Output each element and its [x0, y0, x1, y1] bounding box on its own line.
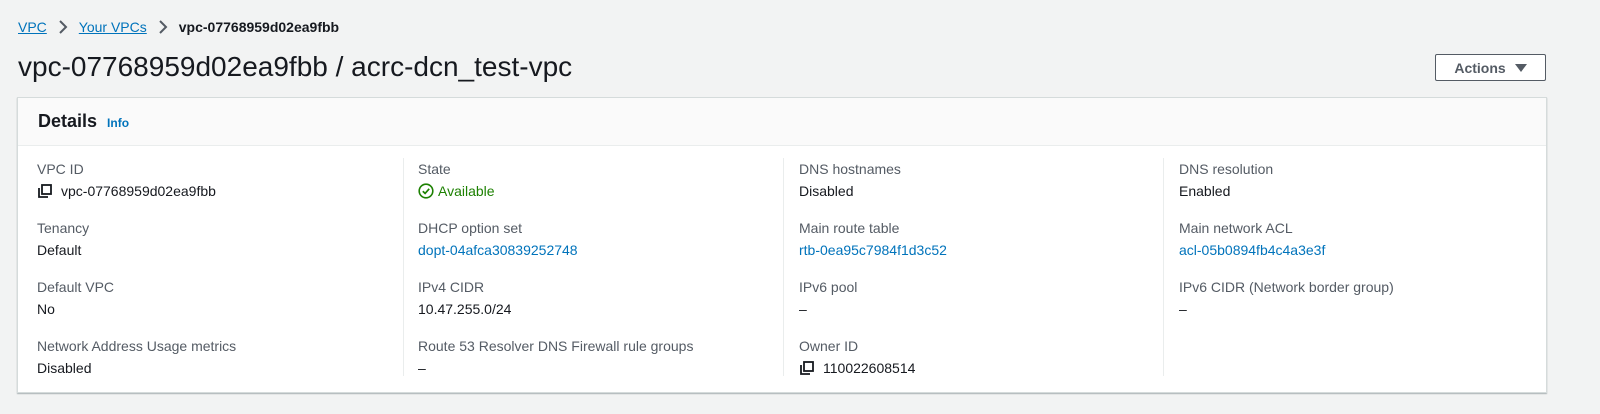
field-dns-resolution: DNS resolution Enabled: [1179, 160, 1273, 200]
field-label: Route 53 Resolver DNS Firewall rule grou…: [418, 338, 694, 354]
field-label: IPv6 pool: [799, 279, 858, 295]
field-label: DNS resolution: [1179, 161, 1274, 177]
field-default-vpc: Default VPC No: [37, 278, 114, 318]
field-label: VPC ID: [37, 161, 84, 177]
field-value[interactable]: rtb-0ea95c7984f1d3c52: [799, 241, 947, 259]
field-route-53-resolver-dns-firewall-rule-groups: Route 53 Resolver DNS Firewall rule grou…: [418, 337, 693, 377]
check-circle-icon: [418, 183, 434, 199]
field-ipv4-cidr: IPv4 CIDR 10.47.255.0/24: [418, 278, 511, 318]
field-label: Network Address Usage metrics: [37, 338, 237, 354]
field-value-link[interactable]: dopt-04afca30839252748: [418, 241, 578, 259]
copy-icon[interactable]: [799, 360, 815, 376]
field-value[interactable]: acl-05b0894fb4c4a3e3f: [1179, 241, 1325, 259]
field-label: Main network ACL: [1179, 220, 1293, 236]
field-value-text: 10.47.255.0/24: [418, 301, 512, 317]
field-value: Default: [37, 241, 89, 259]
field-label: DNS hostnames: [799, 161, 901, 177]
field-label: State: [418, 161, 451, 177]
field-value-text: Enabled: [1179, 183, 1231, 199]
field-value-text: Default: [37, 242, 82, 258]
field-state: State Available: [418, 160, 495, 200]
field-ipv6-cidr-network-border-group: IPv6 CIDR (Network border group) –: [1179, 278, 1394, 318]
field-network-address-usage-metrics: Network Address Usage metrics Disabled: [37, 337, 236, 377]
field-label: Owner ID: [799, 338, 859, 354]
field-label: IPv4 CIDR: [418, 279, 485, 295]
field-value-text: –: [418, 360, 426, 376]
column-divider: [783, 158, 784, 376]
field-value: –: [1179, 300, 1394, 318]
actions-button-label: Actions: [1454, 59, 1506, 76]
details-grid: VPC ID vpc-07768959d02ea9fbb Tenancy Defaul…: [18, 146, 1546, 393]
field-value-text: Available: [438, 183, 495, 199]
field-value: 110022608514: [799, 359, 915, 377]
field-label: DHCP option set: [418, 220, 523, 236]
column-divider: [403, 158, 404, 376]
details-panel: Details Info VPC ID vpc-07768959d02ea9fbb…: [17, 97, 1547, 393]
field-value: Available: [418, 182, 495, 200]
field-value: Disabled: [37, 359, 236, 377]
field-value-text: Disabled: [37, 360, 92, 376]
page-title: vpc-07768959d02ea9fbb / acrc-dcn_test-vp…: [18, 51, 573, 82]
copy-icon[interactable]: [37, 183, 53, 199]
field-value-text: –: [1179, 301, 1187, 317]
breadcrumb-current: vpc-07768959d02ea9fbb: [178, 19, 340, 35]
breadcrumb-link-your-vpcs[interactable]: Your VPCs: [79, 19, 147, 35]
field-owner-id: Owner ID 110022608514: [799, 337, 915, 377]
breadcrumb-link-vpc[interactable]: VPC: [18, 19, 47, 35]
field-label: IPv6 CIDR (Network border group): [1179, 279, 1394, 295]
field-label: Tenancy: [37, 220, 90, 236]
field-value-text: No: [37, 301, 55, 317]
field-value: 10.47.255.0/24: [418, 300, 511, 318]
chevron-right-icon: [47, 20, 79, 34]
caret-down-icon: [1514, 63, 1527, 72]
field-value-text: –: [799, 301, 807, 317]
details-panel-header: Details Info: [18, 98, 1546, 146]
field-main-network-acl: Main network ACL acl-05b0894fb4c4a3e3f: [1179, 219, 1325, 259]
field-label: Default VPC: [37, 279, 115, 295]
field-label: Main route table: [799, 220, 900, 236]
actions-button[interactable]: Actions: [1435, 54, 1546, 81]
field-value: vpc-07768959d02ea9fbb: [37, 182, 216, 200]
field-value: –: [418, 359, 693, 377]
field-value: Disabled: [799, 182, 901, 200]
field-value-text: vpc-07768959d02ea9fbb: [61, 183, 216, 199]
field-value[interactable]: dopt-04afca30839252748: [418, 241, 578, 259]
field-ipv6-pool: IPv6 pool –: [799, 278, 857, 318]
field-value-link[interactable]: rtb-0ea95c7984f1d3c52: [799, 241, 947, 259]
field-vpc-id: VPC ID vpc-07768959d02ea9fbb: [37, 160, 216, 200]
field-value: Enabled: [1179, 182, 1273, 200]
info-link[interactable]: Info: [107, 116, 129, 130]
chevron-right-icon: [147, 20, 179, 34]
field-value-text: 110022608514: [823, 360, 916, 376]
field-value-text: Disabled: [799, 183, 854, 199]
field-dns-hostnames: DNS hostnames Disabled: [799, 160, 901, 200]
details-title: Details: [38, 111, 98, 131]
field-value-link[interactable]: acl-05b0894fb4c4a3e3f: [1179, 241, 1325, 259]
breadcrumb: VPC Your VPCs vpc-07768959d02ea9fbb: [18, 16, 339, 38]
field-value: No: [37, 300, 114, 318]
field-tenancy: Tenancy Default: [37, 219, 89, 259]
field-main-route-table: Main route table rtb-0ea95c7984f1d3c52: [799, 219, 947, 259]
field-value: –: [799, 300, 857, 318]
field-dhcp-option-set: DHCP option set dopt-04afca30839252748: [418, 219, 578, 259]
column-divider: [1163, 158, 1164, 376]
